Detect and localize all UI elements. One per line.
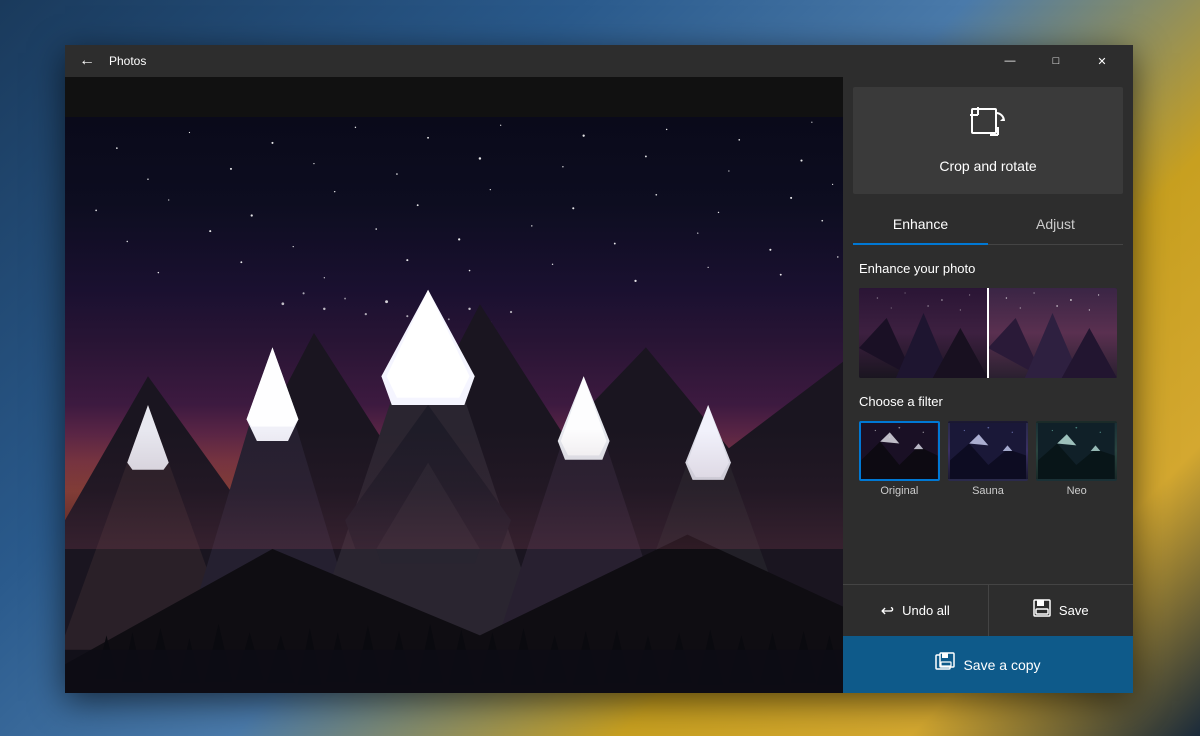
enhance-title: Enhance your photo	[859, 261, 1117, 276]
window-title: Photos	[109, 54, 987, 68]
filter-neo-label: Neo	[1067, 485, 1087, 497]
enhance-divider	[987, 288, 989, 378]
mountain-layer	[65, 117, 843, 693]
enhance-before	[859, 288, 988, 378]
undo-all-label: Undo all	[902, 603, 950, 618]
filter-original-label: Original	[880, 485, 918, 497]
save-label: Save	[1059, 603, 1089, 618]
photo-top-bar	[65, 77, 843, 117]
enhance-preview[interactable]	[859, 288, 1117, 378]
main-content: Crop and rotate Enhance Adjust Enhance y…	[65, 77, 1133, 693]
back-button[interactable]: ←	[73, 47, 101, 75]
back-icon: ←	[79, 52, 95, 70]
filter-title: Choose a filter	[859, 394, 1117, 409]
filter-original-thumb	[859, 421, 940, 481]
undo-all-button[interactable]: ↩ Undo all	[843, 585, 989, 636]
panel-content: Enhance your photo	[843, 245, 1133, 584]
enhance-after	[988, 288, 1117, 378]
save-button[interactable]: Save	[989, 585, 1134, 636]
maximize-button[interactable]: □	[1033, 45, 1079, 77]
save-icon	[1033, 599, 1051, 622]
filter-neo-thumb	[1036, 421, 1117, 481]
crop-rotate-section: Crop and rotate	[853, 87, 1123, 194]
horizon-glow	[65, 429, 843, 549]
undo-icon: ↩	[881, 601, 894, 621]
photo-scene	[65, 117, 843, 693]
filter-neo[interactable]: Neo	[1036, 421, 1117, 497]
photo-view	[65, 117, 843, 693]
filter-sauna-thumb	[948, 421, 1029, 481]
window-controls: — □ ✕	[987, 45, 1125, 77]
save-copy-button[interactable]: Save a copy	[843, 636, 1133, 693]
close-button[interactable]: ✕	[1079, 45, 1125, 77]
filter-sauna-label: Sauna	[972, 485, 1004, 497]
app-window: ← Photos — □ ✕	[65, 45, 1133, 693]
photo-area	[65, 77, 843, 693]
save-copy-label: Save a copy	[963, 657, 1040, 673]
tab-adjust[interactable]: Adjust	[988, 204, 1123, 244]
minimize-button[interactable]: —	[987, 45, 1033, 77]
tabs: Enhance Adjust	[853, 204, 1123, 245]
filters-row: Original	[859, 421, 1117, 497]
crop-rotate-label: Crop and rotate	[939, 158, 1036, 174]
filter-sauna[interactable]: Sauna	[948, 421, 1029, 497]
title-bar: ← Photos — □ ✕	[65, 45, 1133, 77]
bottom-actions: ↩ Undo all Save	[843, 584, 1133, 636]
filter-original[interactable]: Original	[859, 421, 940, 497]
save-copy-icon	[935, 652, 955, 677]
right-panel: Crop and rotate Enhance Adjust Enhance y…	[843, 77, 1133, 693]
crop-rotate-icon	[970, 107, 1006, 150]
tab-enhance[interactable]: Enhance	[853, 204, 988, 244]
